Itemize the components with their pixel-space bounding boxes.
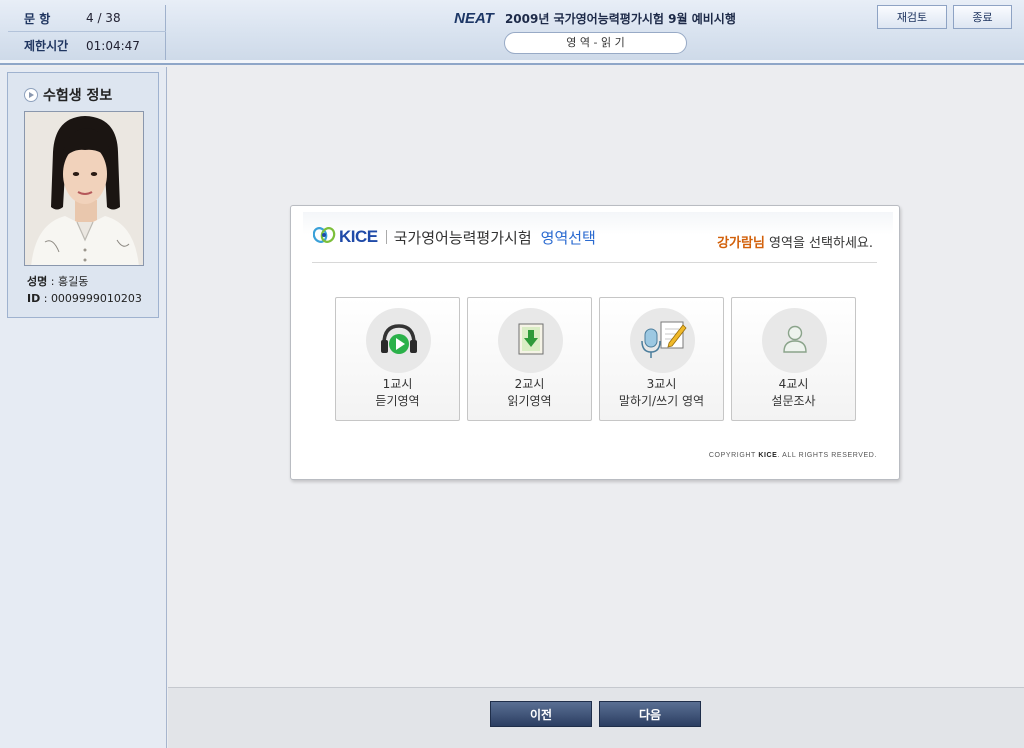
card-period: 3교시 [646,377,677,391]
card-icon-bg [366,308,431,373]
copyright-prefix: COPYRIGHT [708,452,756,459]
panel-subtitle: 영역선택 [540,228,596,247]
play-bullet-icon [24,88,38,102]
title-divider [385,230,387,244]
footer-nav: 이전 다음 [168,687,1024,748]
card-label: 1교시 듣기영역 [336,376,459,410]
question-value: 4 / 38 [86,11,121,25]
examinee-info-header: 수험생 정보 [24,85,112,105]
examinee-photo [24,111,144,266]
card-area: 말하기/쓰기 영역 [618,394,705,408]
quit-button[interactable]: 종료 [953,5,1012,29]
examinee-greeting-name: 강가람님 [717,236,765,251]
time-limit: 제한시간 01:04:47 [8,32,166,59]
review-button[interactable]: 재검토 [877,5,947,29]
examinee-info-title: 수험생 정보 [43,88,113,104]
microphone-pen-icon [639,319,687,363]
download-document-icon [516,322,546,360]
card-period: 1교시 [382,377,413,391]
copyright-brand: KICE [758,452,778,459]
card-icon-bg [762,308,827,373]
next-button[interactable]: 다음 [599,701,701,727]
card-listening[interactable]: 1교시 듣기영역 [335,297,460,421]
person-icon [782,324,808,358]
exam-title-bar: NEAT 2009년 국가영어능력평가시험 9월 예비시행 [420,8,770,27]
name-value: 홍길동 [57,275,89,288]
examinee-id: ID : 0009999010203 [27,292,142,305]
kice-logo-text: KICE [339,227,378,246]
kice-logo-icon [312,226,337,248]
id-label: ID [27,292,41,305]
card-reading[interactable]: 2교시 읽기영역 [467,297,592,421]
card-area: 설문조사 [771,394,816,408]
card-speaking-writing[interactable]: 3교시 말하기/쓰기 영역 [599,297,724,421]
examinee-info-panel: 수험생 정보 성명: 홍길동 ID: 0009999010203 [7,72,159,318]
panel-divider [312,262,877,263]
question-counter: 문 항 4 / 38 [8,5,166,32]
card-period: 2교시 [514,377,545,391]
top-header: 문 항 4 / 38 제한시간 01:04:47 NEAT 2009년 국가영어… [0,0,1024,65]
card-label: 3교시 말하기/쓰기 영역 [600,376,723,410]
id-value: 0009999010203 [50,292,142,305]
exam-status-box: 문 항 4 / 38 제한시간 01:04:47 [8,5,166,61]
main-content: KICE 국가영어능력평가시험 영역선택 강가람님 영역을 선택하세요. 1교시… [168,67,1024,687]
card-icon-bg [630,308,695,373]
copyright-suffix: . ALL RIGHTS RESERVED. [777,452,877,459]
card-label: 4교시 설문조사 [732,376,855,410]
question-label: 문 항 [24,11,51,26]
current-section-pill: 영 역 - 읽 기 [504,32,687,54]
card-survey[interactable]: 4교시 설문조사 [731,297,856,421]
card-area: 읽기영역 [507,394,552,408]
instruction-text: 강가람님 영역을 선택하세요. [717,232,873,251]
sidebar: 수험생 정보 성명: 홍길동 ID: 0009999010203 [0,67,167,748]
panel-title-row: KICE 국가영어능력평가시험 영역선택 [312,226,596,248]
name-label: 성명 [27,275,48,288]
card-icon-bg [498,308,563,373]
time-label: 제한시간 [24,39,69,53]
headphones-play-icon [379,322,419,360]
card-period: 4교시 [778,377,809,391]
instruction-message: 영역을 선택하세요. [769,236,873,251]
card-label: 2교시 읽기영역 [468,376,591,410]
examinee-name: 성명 : 홍길동 [27,275,89,288]
panel-title: 국가영어능력평가시험 [393,228,532,247]
neat-logo: NEAT [454,10,494,27]
prev-button[interactable]: 이전 [490,701,592,727]
exam-title: 2009년 국가영어능력평가시험 9월 예비시행 [504,12,736,26]
card-area: 듣기영역 [375,394,420,408]
area-select-panel: KICE 국가영어능력평가시험 영역선택 강가람님 영역을 선택하세요. 1교시… [290,205,900,480]
time-value: 01:04:47 [86,38,140,53]
copyright-notice: COPYRIGHT KICE. ALL RIGHTS RESERVED. [709,452,877,459]
